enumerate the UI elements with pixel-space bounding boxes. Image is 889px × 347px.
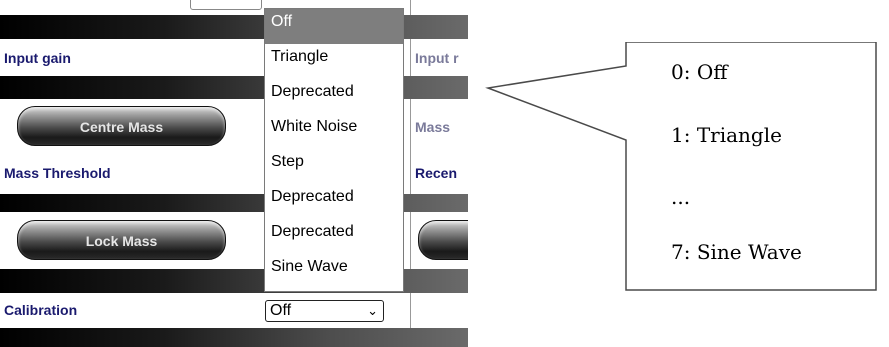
calibration-dropdown-list: Off Triangle Deprecated White Noise Step…: [264, 8, 404, 292]
callout-line: ...: [671, 185, 691, 209]
column-divider: [410, 39, 411, 76]
callout-line: 1: Triangle: [671, 123, 782, 147]
calibration-label: Calibration: [4, 302, 78, 318]
clipped-field[interactable]: [190, 0, 262, 10]
calibration-select-value: Off: [270, 302, 292, 319]
separator-bar: [0, 328, 468, 347]
mass-right-label: Mass: [415, 119, 451, 135]
column-divider: [410, 0, 411, 15]
dropdown-option-deprecated[interactable]: Deprecated: [265, 79, 403, 114]
calibration-row: Calibration: [0, 293, 468, 328]
dropdown-option-off[interactable]: Off: [265, 9, 403, 44]
recen-right-label: Recen: [415, 165, 458, 181]
calibration-select[interactable]: Off ⌄: [265, 300, 384, 322]
callout-line: 7: Sine Wave: [671, 240, 802, 264]
dropdown-option-triangle[interactable]: Triangle: [265, 44, 403, 79]
mass-threshold-label: Mass Threshold: [4, 165, 111, 181]
callout-line: 0: Off: [671, 60, 728, 84]
centre-mass-button[interactable]: Centre Mass: [17, 106, 226, 146]
clipped-right-button[interactable]: [418, 220, 468, 260]
input-right-label: Input r: [415, 50, 459, 66]
dropdown-option-deprecated[interactable]: Deprecated: [265, 184, 403, 219]
dropdown-option-deprecated[interactable]: Deprecated: [265, 219, 403, 254]
dropdown-option-white-noise[interactable]: White Noise: [265, 114, 403, 149]
column-divider: [410, 212, 411, 269]
column-divider: [410, 99, 411, 153]
dropdown-option-sine-wave[interactable]: Sine Wave: [265, 254, 403, 289]
chevron-down-icon: ⌄: [367, 303, 378, 318]
dropdown-option-step[interactable]: Step: [265, 149, 403, 184]
lock-mass-button[interactable]: Lock Mass: [17, 220, 226, 260]
column-divider: [410, 293, 411, 328]
input-gain-label: Input gain: [4, 50, 71, 66]
column-divider: [410, 153, 411, 194]
